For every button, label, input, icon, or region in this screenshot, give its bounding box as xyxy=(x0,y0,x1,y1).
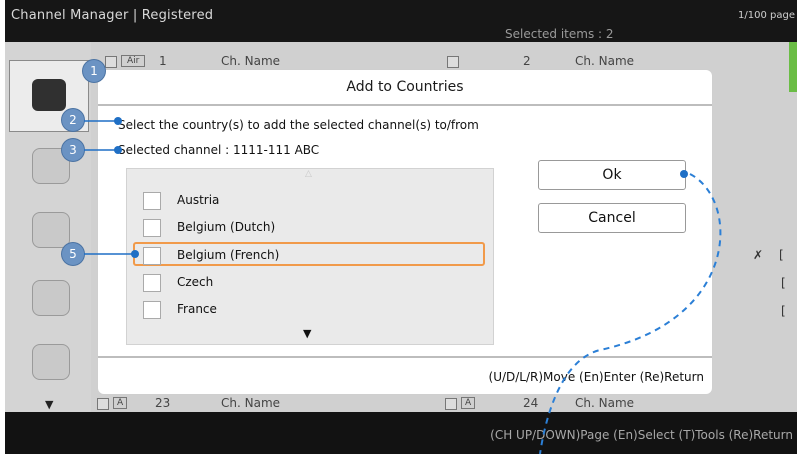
callout-connectors xyxy=(84,120,722,454)
ok-dashed-connector xyxy=(539,173,722,454)
